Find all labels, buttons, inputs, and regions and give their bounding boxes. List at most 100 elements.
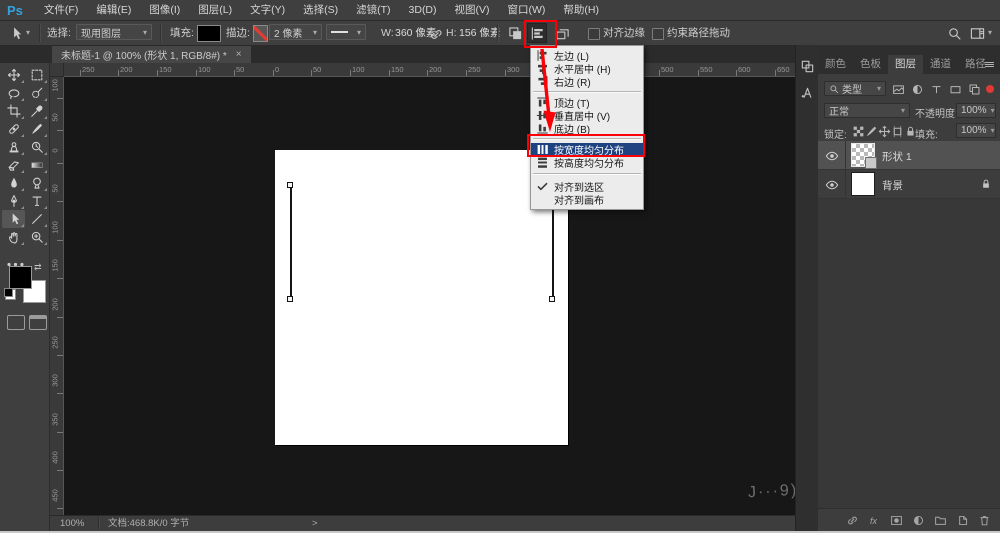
layer-thumbnail[interactable] bbox=[851, 172, 875, 196]
menubar-item[interactable]: 文件(F) bbox=[35, 0, 87, 20]
eyedropper-tool[interactable] bbox=[25, 102, 48, 120]
align-menu-item[interactable]: 右边 (R) bbox=[531, 75, 643, 88]
swap-colors-icon[interactable]: ⇄ bbox=[34, 262, 42, 273]
menubar-item[interactable]: 帮助(H) bbox=[554, 0, 608, 20]
align-menu-item[interactable]: 底边 (B) bbox=[531, 122, 643, 135]
shape-line-left[interactable] bbox=[290, 185, 292, 298]
current-tool-icon[interactable] bbox=[5, 23, 25, 43]
history-brush-tool[interactable] bbox=[25, 138, 48, 156]
workspace-switcher-icon[interactable] bbox=[967, 23, 987, 43]
lock-position-icon[interactable] bbox=[878, 125, 891, 138]
default-colors-icon[interactable] bbox=[5, 289, 16, 300]
menubar-item[interactable]: 图层(L) bbox=[189, 0, 241, 20]
link-dimensions-icon[interactable] bbox=[426, 24, 446, 44]
adjustment-layer-icon[interactable] bbox=[912, 514, 925, 527]
select-mode-dropdown[interactable]: 现用图层▾ bbox=[76, 24, 152, 40]
move-tool[interactable] bbox=[2, 66, 25, 84]
chevron-down-icon[interactable]: ▾ bbox=[988, 21, 992, 45]
layer-thumbnail[interactable] bbox=[851, 143, 875, 167]
panel-tab-0[interactable]: 颜色 bbox=[818, 55, 853, 74]
menubar-item[interactable]: 文字(Y) bbox=[241, 0, 294, 20]
quick-mask-button[interactable] bbox=[7, 315, 25, 330]
hand-tool[interactable] bbox=[2, 228, 25, 246]
fill-color-swatch[interactable] bbox=[197, 25, 221, 42]
edit-toolbar-icon[interactable] bbox=[4, 253, 27, 267]
type-filter-icon[interactable] bbox=[930, 83, 945, 98]
character-panel-icon[interactable] bbox=[800, 85, 815, 100]
dodge-tool[interactable] bbox=[25, 174, 48, 192]
panel-tab-2[interactable]: 图层 bbox=[888, 55, 923, 74]
menubar-item[interactable]: 视图(V) bbox=[446, 0, 499, 20]
clone-stamp-tool[interactable] bbox=[2, 138, 25, 156]
layer-mask-icon[interactable] bbox=[890, 514, 903, 527]
layer-name[interactable]: 形状 1 bbox=[882, 149, 912, 164]
tab-close-icon[interactable]: × bbox=[236, 49, 242, 60]
document-tab[interactable]: 未标题-1 @ 100% (形状 1, RGB/8#) * × bbox=[52, 46, 251, 63]
pen-tool[interactable] bbox=[2, 192, 25, 210]
layer-fill-dropdown[interactable]: 100% ▾ bbox=[956, 123, 996, 138]
line-right-bottom-handle[interactable] bbox=[549, 296, 555, 302]
layer-filter-dropdown[interactable]: 类型 ▾ bbox=[824, 81, 886, 96]
layer-row[interactable]: 形状 1 bbox=[818, 141, 1000, 170]
gradient-tool[interactable] bbox=[25, 156, 48, 174]
screen-mode-button[interactable] bbox=[29, 315, 47, 330]
align-menu-item[interactable]: 对齐到画布 bbox=[531, 193, 643, 206]
shape-filter-icon[interactable] bbox=[949, 83, 964, 98]
align-menu-item[interactable]: 按高度均匀分布 bbox=[531, 156, 643, 169]
eraser-tool[interactable] bbox=[2, 156, 25, 174]
stroke-color-swatch[interactable] bbox=[253, 25, 268, 42]
layer-row[interactable]: 背景 bbox=[818, 170, 1000, 199]
new-layer-icon[interactable] bbox=[956, 514, 969, 527]
document-canvas[interactable] bbox=[275, 150, 568, 445]
quick-selection-tool[interactable] bbox=[25, 84, 48, 102]
line-left-bottom-handle[interactable] bbox=[287, 296, 293, 302]
constrain-path-checkbox[interactable] bbox=[652, 28, 664, 40]
history-panel-icon[interactable] bbox=[800, 59, 815, 74]
path-arrange-button[interactable] bbox=[552, 23, 572, 43]
line-left-top-handle[interactable] bbox=[287, 182, 293, 188]
lock-artboard-icon[interactable] bbox=[891, 125, 904, 138]
pixel-filter-icon[interactable] bbox=[892, 83, 907, 98]
menubar-item[interactable]: 窗口(W) bbox=[499, 0, 555, 20]
delete-layer-icon[interactable] bbox=[978, 514, 991, 527]
path-align-button[interactable] bbox=[527, 23, 547, 43]
lock-image-icon[interactable] bbox=[865, 125, 878, 138]
zoom-tool[interactable] bbox=[25, 228, 48, 246]
path-selection-tool[interactable] bbox=[2, 210, 25, 228]
height-field[interactable]: 156 像素 bbox=[459, 21, 500, 45]
layer-style-icon[interactable]: fx bbox=[868, 514, 881, 527]
line-tool[interactable] bbox=[25, 210, 48, 228]
link-layers-icon[interactable] bbox=[846, 514, 859, 527]
zoom-level-field[interactable]: 100% bbox=[60, 516, 84, 531]
panel-menu-icon[interactable] bbox=[983, 58, 996, 71]
status-chevron-icon[interactable]: > bbox=[312, 516, 318, 531]
lock-transparent-icon[interactable] bbox=[852, 125, 865, 138]
layer-visibility-eye-icon[interactable] bbox=[825, 178, 839, 192]
menubar-item[interactable]: 图像(I) bbox=[140, 0, 189, 20]
layer-group-icon[interactable] bbox=[934, 514, 947, 527]
type-tool[interactable] bbox=[25, 192, 48, 210]
menubar-item[interactable]: 3D(D) bbox=[400, 0, 446, 20]
blur-tool[interactable] bbox=[2, 174, 25, 192]
align-edges-checkbox[interactable] bbox=[588, 28, 600, 40]
layer-name[interactable]: 背景 bbox=[882, 178, 903, 193]
crop-tool[interactable] bbox=[2, 102, 25, 120]
panel-tab-1[interactable]: 色板 bbox=[853, 55, 888, 74]
blend-mode-dropdown[interactable]: 正常 ▾ bbox=[824, 103, 910, 118]
adjustment-filter-icon[interactable] bbox=[911, 83, 926, 98]
tool-preset-caret-icon[interactable]: ▾ bbox=[26, 21, 30, 45]
menubar-item[interactable]: 选择(S) bbox=[294, 0, 347, 20]
menubar-item[interactable]: 滤镜(T) bbox=[347, 0, 399, 20]
menubar-item[interactable]: 编辑(E) bbox=[87, 0, 140, 20]
opacity-dropdown[interactable]: 100% ▾ bbox=[956, 103, 996, 118]
healing-brush-tool[interactable] bbox=[2, 120, 25, 138]
layer-visibility-eye-icon[interactable] bbox=[825, 149, 839, 163]
stroke-width-dropdown[interactable]: 2 像素▾ bbox=[269, 24, 322, 40]
stroke-type-dropdown[interactable]: ▾ bbox=[326, 24, 366, 40]
lasso-tool[interactable] bbox=[2, 84, 25, 102]
search-icon[interactable] bbox=[944, 23, 964, 43]
combine-shapes-button[interactable] bbox=[505, 23, 525, 43]
marquee-tool[interactable] bbox=[25, 66, 48, 84]
brush-tool[interactable] bbox=[25, 120, 48, 138]
foreground-color-swatch[interactable] bbox=[9, 266, 32, 289]
